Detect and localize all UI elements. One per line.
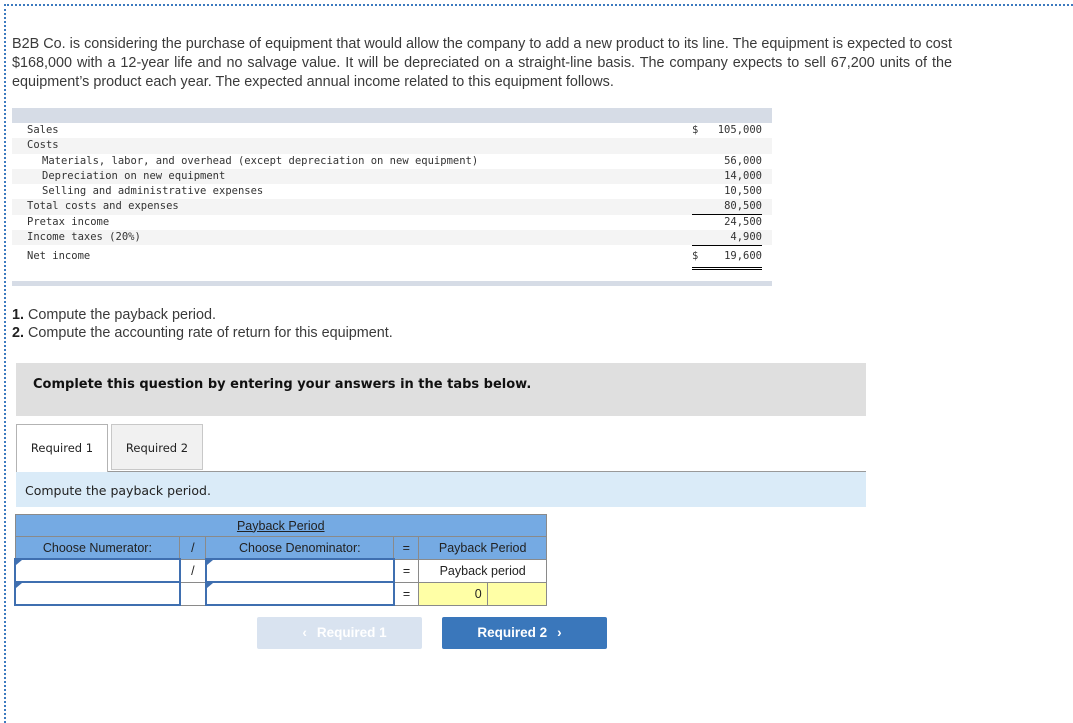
requirement-text: Compute the accounting rate of return fo… [24,325,393,341]
statement-row-total-costs: Total costs and expenses 80,500 [12,199,772,216]
row-value: 56,000 [724,154,762,167]
row-label: Total costs and expenses [27,200,179,213]
table-title-row: Payback Period [14,514,547,537]
instruction-banner: Complete this question by entering your … [16,363,866,416]
next-required-button[interactable]: Required 2 › [442,617,607,649]
row-label: Costs [27,139,59,152]
denominator-dropdown[interactable] [204,558,395,583]
requirement-number: 1. [12,307,25,323]
row-value: 14,000 [724,169,762,182]
statement-row-sales: Sales $105,000 [12,123,772,138]
row-value: 24,500 [724,215,762,228]
requirement-item: 2. Compute the accounting rate of return… [12,324,393,342]
divide-sign: / [179,558,207,583]
table-row: / = Payback period [14,558,547,583]
statement-row-taxes: Income taxes (20%) 4,900 [12,230,772,247]
statement-row-selling: Selling and administrative expenses 10,5… [12,184,772,201]
row-label: Pretax income [27,215,110,228]
header-equals: = [393,536,420,560]
statement-row-net-income: Net income $19,600 [12,245,772,271]
payback-period-table: Payback Period Choose Numerator: / Choos… [14,514,548,606]
amount: 105,000 [717,124,762,136]
header-denominator: Choose Denominator: [205,536,395,560]
row-label: Materials, labor, and overhead (except d… [42,154,479,167]
statement-header-bar [12,108,772,123]
row-value: $105,000 [692,123,762,138]
row-label: Sales [27,124,59,136]
table-row: = 0 [14,581,548,606]
row-value: $19,600 [692,245,762,271]
income-statement: Sales $105,000 Costs Materials, labor, a… [12,108,772,287]
chevron-left-icon: ‹ [302,625,307,640]
numerator-input[interactable] [14,581,181,606]
row-label: Selling and administrative expenses [42,185,264,198]
requirements-list: 1. Compute the payback period. 2. Comput… [12,306,393,342]
instruction-text: Compute the payback period. [25,483,211,498]
header-result: Payback Period [418,536,547,560]
requirement-text: Compute the payback period. [24,307,217,323]
payback-result-value: 0 [418,581,488,606]
currency-symbol: $ [692,124,699,136]
problem-intro: B2B Co. is considering the purchase of e… [12,36,952,90]
tab-required-2[interactable]: Required 2 [111,424,203,470]
numerator-dropdown[interactable] [14,558,181,583]
statement-footer-bar [12,281,772,287]
row-label: Depreciation on new equipment [42,169,226,182]
banner-text: Complete this question by entering your … [33,377,532,392]
divide-sign [179,581,207,606]
statement-row-depreciation: Depreciation on new equipment 14,000 [12,168,772,185]
row-label: Net income [27,250,91,263]
statement-row-materials: Materials, labor, and overhead (except d… [12,154,772,169]
row-label: Income taxes (20%) [27,231,141,244]
currency-symbol: $ [692,250,699,263]
equals-sign: = [393,581,420,606]
payback-result-unit [486,581,548,606]
next-button-label: Required 2 [477,625,548,640]
amount: 19,600 [724,250,762,263]
denominator-input[interactable] [204,581,395,606]
prev-required-button[interactable]: ‹ Required 1 [257,617,422,649]
tab-instruction: Compute the payback period. [16,472,866,507]
tab-required-1[interactable]: Required 1 [16,424,108,472]
result-label: Payback period [418,558,547,583]
header-divide: / [179,536,207,560]
equals-sign: = [393,558,420,583]
requirement-number: 2. [12,325,25,341]
table-header-row: Choose Numerator: / Choose Denominator: … [14,536,547,560]
row-value: 10,500 [692,184,762,201]
row-value: 80,500 [692,199,762,216]
header-numerator: Choose Numerator: [14,536,181,560]
statement-row-pretax: Pretax income 24,500 [12,215,772,230]
prev-button-label: Required 1 [316,625,387,640]
statement-row-costs: Costs [12,138,772,154]
chevron-right-icon: › [557,625,562,640]
requirement-item: 1. Compute the payback period. [12,306,393,324]
row-value: 4,900 [692,230,762,247]
table-title: Payback Period [14,514,547,537]
